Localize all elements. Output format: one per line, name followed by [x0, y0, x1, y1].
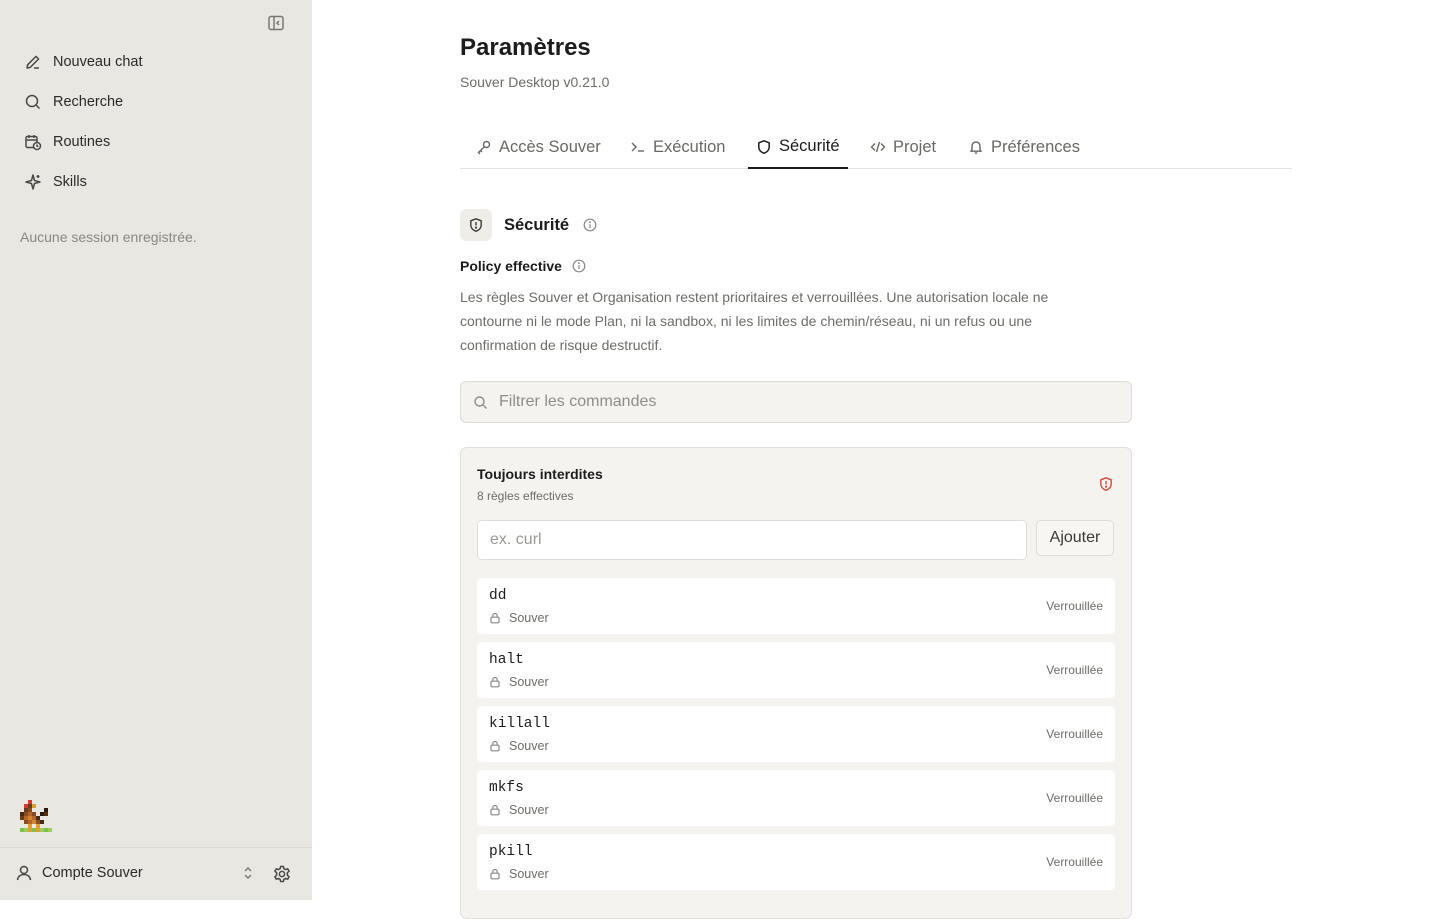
tab-projet[interactable]: Projet — [870, 126, 936, 168]
gear-icon[interactable] — [272, 864, 292, 884]
account-switcher[interactable]: Compte Souver — [14, 863, 264, 883]
tab-acces-souver[interactable]: Accès Souver — [476, 126, 601, 168]
sidebar-item-routines[interactable]: Routines — [0, 122, 312, 162]
lock-icon — [489, 868, 501, 880]
lock-icon — [489, 740, 501, 752]
rule-source-label: Souver — [509, 611, 549, 625]
sidebar-item-search[interactable]: Recherche — [0, 82, 312, 122]
lock-icon — [489, 804, 501, 816]
user-icon — [14, 863, 34, 883]
policy-description: Les règles Souver et Organisation resten… — [460, 289, 1049, 353]
rule-source: Souver — [489, 611, 549, 625]
sidebar-footer: Compte Souver — [0, 847, 312, 901]
rule-source: Souver — [489, 675, 549, 689]
tab-execution[interactable]: Exécution — [630, 126, 725, 168]
policy-title: Policy effective — [460, 258, 562, 274]
sidebar-item-label: Nouveau chat — [53, 54, 143, 70]
bell-icon — [968, 139, 984, 155]
settings-main: Paramètres Souver Desktop v0.21.0 Accès … — [312, 0, 1440, 919]
rule-command: mkfs — [489, 780, 524, 796]
settings-tabs: Accès Souver Exécution Sécurité Projet P… — [460, 126, 1292, 169]
lock-icon — [489, 676, 501, 688]
rule-command: dd — [489, 588, 507, 604]
list-item: mkfs Souver Verrouillée — [477, 770, 1115, 826]
card-title: Toujours interdites — [477, 466, 603, 482]
lock-icon — [489, 612, 501, 624]
list-item: killall Souver Verrouillée — [477, 706, 1115, 762]
rule-command: killall — [489, 716, 550, 732]
rule-state: Verrouillée — [1046, 855, 1103, 869]
list-item: halt Souver Verrouillée — [477, 642, 1115, 698]
rule-source-label: Souver — [509, 867, 549, 881]
sidebar: Nouveau chat Recherche Routines Skills A… — [0, 0, 312, 900]
sidebar-item-label: Routines — [53, 134, 111, 150]
search-icon — [473, 395, 488, 410]
tab-label: Sécurité — [779, 137, 840, 155]
page-title: Paramètres — [460, 34, 591, 61]
tab-preferences[interactable]: Préférences — [968, 126, 1080, 168]
account-label: Compte Souver — [42, 865, 143, 881]
rules-list: dd Souver Verrouillée halt Souver Verrou… — [477, 578, 1115, 898]
sidebar-item-skills[interactable]: Skills — [0, 162, 312, 202]
tab-label: Accès Souver — [499, 137, 601, 156]
code-icon — [870, 139, 886, 155]
calendar-clock-icon — [23, 132, 43, 152]
app-version: Souver Desktop v0.21.0 — [460, 74, 610, 90]
command-filter[interactable] — [460, 381, 1132, 423]
sidebar-item-new-chat[interactable]: Nouveau chat — [0, 42, 312, 82]
rule-source-label: Souver — [509, 739, 549, 753]
sparkle-icon — [23, 172, 43, 192]
tab-securite[interactable]: Sécurité — [748, 126, 848, 169]
tab-label: Exécution — [653, 137, 726, 156]
sidebar-item-label: Skills — [53, 174, 87, 190]
policy-header: Policy effective — [460, 258, 586, 274]
rooster-mascot-icon — [18, 798, 56, 838]
rule-state: Verrouillée — [1046, 727, 1103, 741]
key-icon — [476, 139, 492, 155]
rule-source-label: Souver — [509, 675, 549, 689]
chevron-up-down-icon — [241, 865, 255, 881]
rule-source: Souver — [489, 867, 549, 881]
rule-source: Souver — [489, 803, 549, 817]
forbidden-commands-card: Toujours interdites 8 règles effectives … — [460, 447, 1132, 919]
empty-sessions-text: Aucune session enregistrée. — [20, 229, 197, 245]
rule-state: Verrouillée — [1046, 663, 1103, 677]
add-rule-button[interactable]: Ajouter — [1036, 520, 1114, 556]
tab-label: Préférences — [991, 137, 1080, 156]
sidebar-nav: Nouveau chat Recherche Routines Skills — [0, 42, 312, 202]
new-rule-input[interactable] — [477, 520, 1027, 560]
list-item: dd Souver Verrouillée — [477, 578, 1115, 634]
rule-state: Verrouillée — [1046, 599, 1103, 613]
rule-source-label: Souver — [509, 803, 549, 817]
rule-source: Souver — [489, 739, 549, 753]
sidebar-item-label: Recherche — [53, 94, 124, 110]
rule-command: pkill — [489, 844, 533, 860]
rule-state: Verrouillée — [1046, 791, 1103, 805]
filter-input[interactable] — [497, 392, 1101, 412]
shield-icon — [460, 209, 492, 241]
section-header: Sécurité — [460, 209, 597, 241]
info-icon[interactable] — [583, 218, 597, 232]
shield-icon — [756, 139, 772, 155]
rule-command: halt — [489, 652, 524, 668]
rules-count: 8 règles effectives — [477, 489, 574, 503]
section-title: Sécurité — [504, 215, 570, 234]
sidebar-toggle-icon[interactable] — [266, 13, 286, 33]
info-icon[interactable] — [572, 259, 586, 273]
shield-alert-icon — [1098, 476, 1114, 492]
list-item: pkill Souver Verrouillée — [477, 834, 1115, 890]
pencil-icon — [23, 52, 43, 72]
tab-label: Projet — [893, 137, 937, 156]
search-icon — [23, 92, 43, 112]
terminal-icon — [630, 139, 646, 155]
